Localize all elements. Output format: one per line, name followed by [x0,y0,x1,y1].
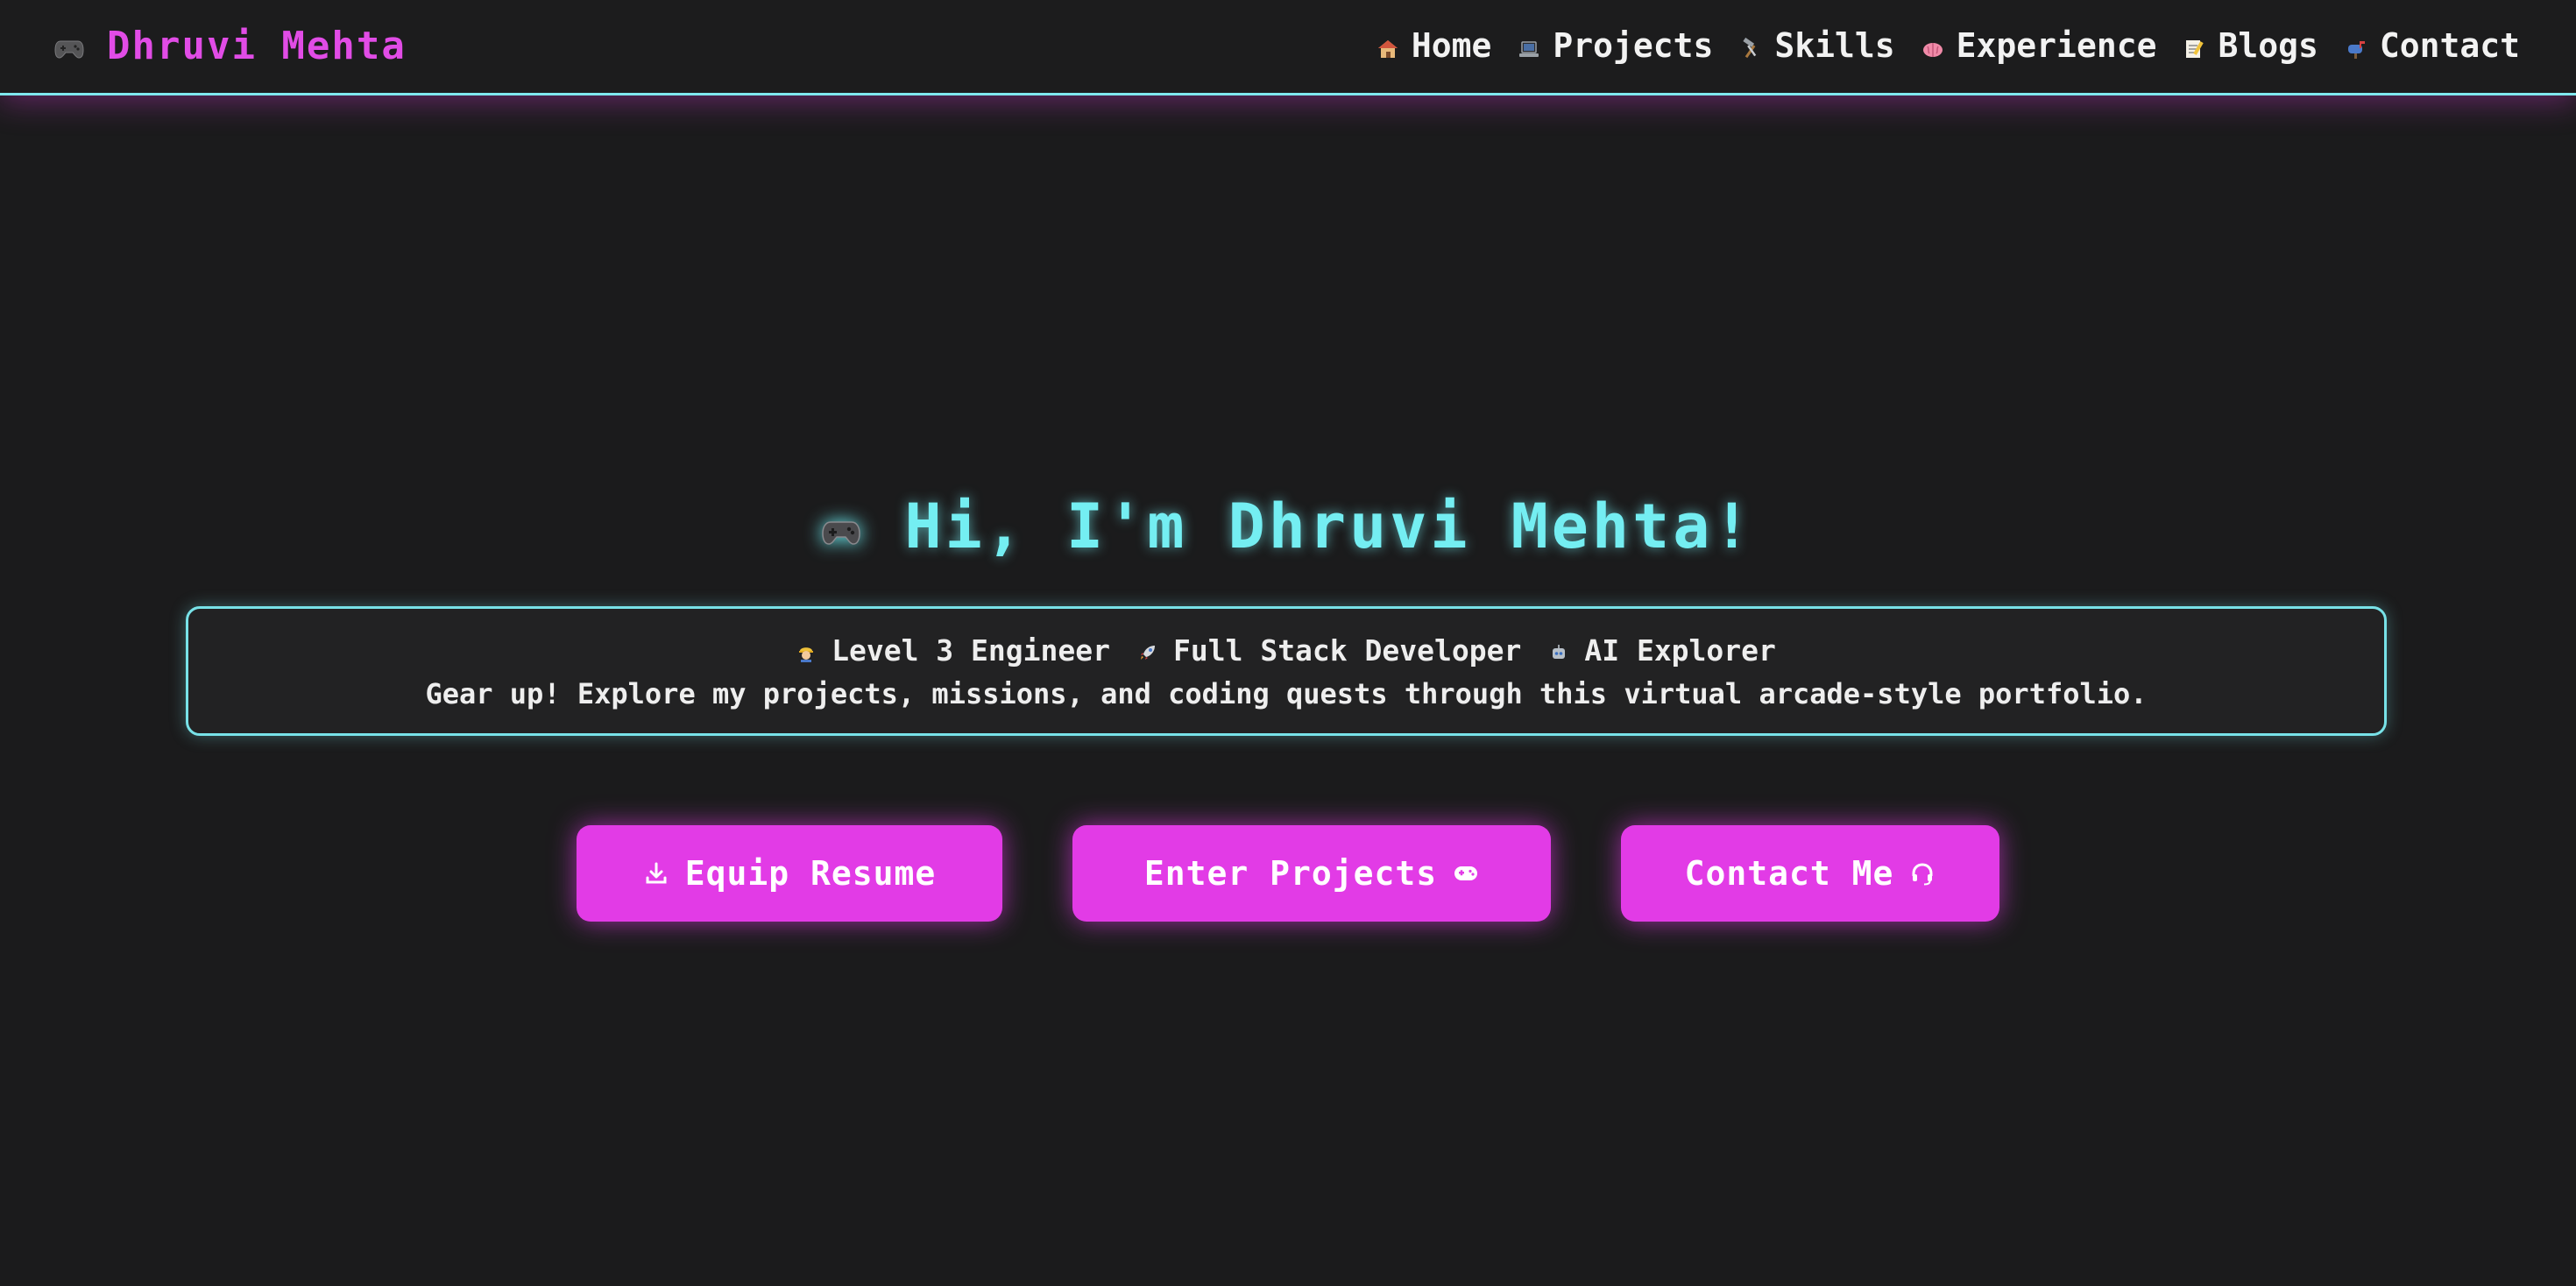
navbar: Dhruvi Mehta Home Projects Skills Experi… [0,0,2576,95]
nav-item-experience[interactable]: Experience [1921,26,2157,65]
role-label: Level 3 Engineer [832,633,1110,668]
mailbox-icon [2347,41,2365,59]
hero-title: Hi, I'm Dhruvi Mehta! [904,491,1754,562]
rocket-icon [1140,645,1155,660]
controller-icon [1454,866,1478,880]
button-label: Enter Projects [1143,854,1438,893]
nav-item-contact[interactable]: Contact [2345,26,2520,65]
main-nav: Home Projects Skills Experience Blogs Co… [1376,19,2520,72]
gamepad-icon [822,521,861,545]
portfolio-page: Dhruvi Mehta Home Projects Skills Experi… [0,0,2576,1286]
gamepad-icon [54,40,84,59]
button-label: Contact Me [1684,854,1894,893]
brand-name: Dhruvi Mehta [107,23,407,68]
enter-projects-button[interactable]: Enter Projects [1072,825,1551,922]
equip-resume-button[interactable]: Equip Resume [577,825,1002,922]
role-list: Level 3 Engineer Full Stack Developer AI… [188,633,2384,668]
role-item: AI Explorer [1549,633,1776,668]
role-item: Full Stack Developer [1138,633,1521,668]
brand[interactable]: Dhruvi Mehta [54,19,407,72]
robot-icon [1553,644,1566,659]
nav-item-blogs[interactable]: Blogs [2183,26,2318,65]
nav-item-label: Home [1411,26,1492,65]
engineer-icon [799,647,814,662]
nav-item-skills[interactable]: Skills [1739,26,1895,65]
hero-heading: Hi, I'm Dhruvi Mehta! [0,491,2576,562]
nav-item-label: Blogs [2218,26,2318,65]
hammer-wrench-icon [1743,38,1757,59]
headset-icon [1912,863,1933,886]
nav-item-label: Contact [2379,26,2520,65]
contact-me-button[interactable]: Contact Me [1621,825,1999,922]
nav-item-home[interactable]: Home [1376,26,1492,65]
role-label: AI Explorer [1584,633,1776,668]
nav-item-label: Projects [1553,26,1714,65]
button-label: Equip Resume [684,854,937,893]
nav-item-label: Experience [1956,26,2157,65]
brain-icon [1922,43,1943,57]
nav-item-label: Skills [1774,26,1895,65]
download-icon [646,862,667,884]
house-icon [1377,40,1398,58]
tagline: Gear up! Explore my projects, missions, … [425,677,2148,710]
laptop-icon [1519,41,1539,57]
nav-item-projects[interactable]: Projects [1518,26,1713,65]
intro-card: Level 3 Engineer Full Stack Developer AI… [186,606,2387,736]
role-label: Full Stack Developer [1172,633,1522,668]
role-item: Level 3 Engineer [796,633,1110,668]
memo-icon [2186,40,2204,58]
